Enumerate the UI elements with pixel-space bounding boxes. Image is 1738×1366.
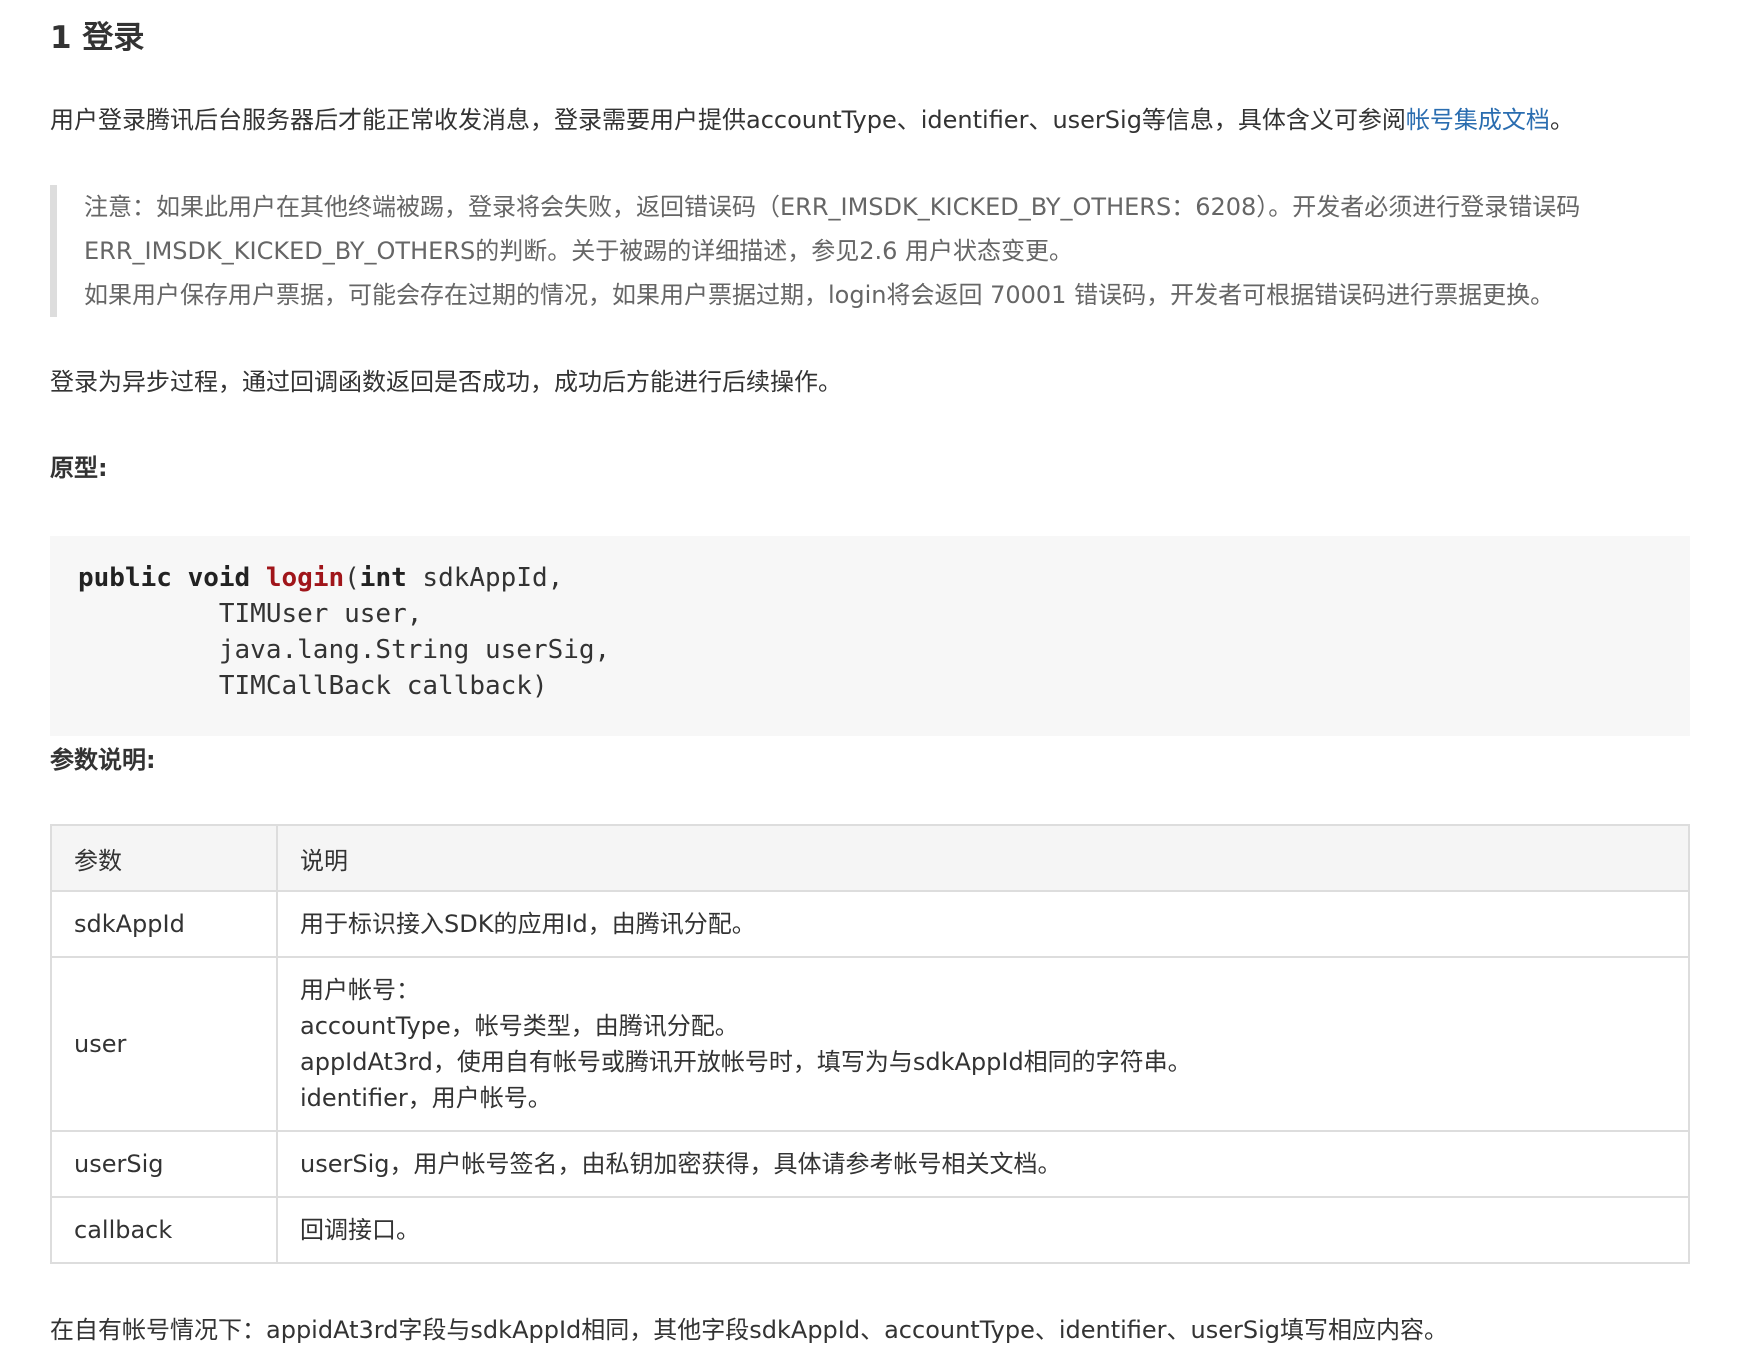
code-keyword: void	[187, 563, 251, 593]
param-desc-line: userSig，用户帐号签名，由私钥加密获得，具体请参考帐号相关文档。	[300, 1150, 1062, 1178]
param-desc: 用户帐号： accountType，帐号类型，由腾讯分配。 appIdAt3rd…	[276, 956, 1690, 1132]
param-desc-line: appIdAt3rd，使用自有帐号或腾讯开放帐号时，填写为与sdkAppId相同…	[300, 1048, 1192, 1076]
param-desc-line: 用于标识接入SDK的应用Id，由腾讯分配。	[300, 910, 756, 938]
note-line: ERR_IMSDK_KICKED_BY_OTHERS的判断。关于被踢的详细描述，…	[84, 237, 1073, 265]
table-row: userSig userSig，用户帐号签名，由私钥加密获得，具体请参考帐号相关…	[50, 1130, 1690, 1198]
code-line: java.lang.String userSig,	[78, 635, 611, 665]
table-header-row: 参数 说明	[50, 824, 1690, 892]
code-keyword: public	[78, 563, 172, 593]
code-line: TIMCallBack callback)	[78, 671, 548, 701]
params-label: 参数说明:	[50, 746, 156, 774]
table-row: sdkAppId 用于标识接入SDK的应用Id，由腾讯分配。	[50, 890, 1690, 958]
param-name: userSig	[50, 1130, 278, 1198]
prototype-label: 原型:	[50, 454, 108, 482]
note-line: 如果用户保存用户票据，可能会存在过期的情况，如果用户票据过期，login将会返回…	[84, 281, 1555, 309]
code-paren: (	[344, 563, 360, 593]
param-name: sdkAppId	[50, 890, 278, 958]
note-line: 注意：如果此用户在其他终端被踢，登录将会失败，返回错误码（ERR_IMSDK_K…	[84, 193, 1581, 221]
param-name: user	[50, 956, 278, 1132]
param-desc-line: 回调接口。	[300, 1216, 420, 1244]
param-desc-line: identifier，用户帐号。	[300, 1084, 552, 1112]
table-row: callback 回调接口。	[50, 1196, 1690, 1264]
table-header-param: 参数	[50, 824, 278, 892]
async-description: 登录为异步过程，通过回调函数返回是否成功，成功后方能进行后续操作。	[50, 368, 842, 396]
param-desc-line: 用户帐号：	[300, 976, 420, 1004]
params-table: 参数 说明 sdkAppId 用于标识接入SDK的应用Id，由腾讯分配。 use…	[50, 824, 1690, 1264]
table-header-desc: 说明	[276, 824, 1690, 892]
section-title: 1 登录	[50, 20, 145, 56]
code-block[interactable]: public void login(int sdkAppId, TIMUser …	[50, 536, 1690, 736]
code-keyword: int	[359, 563, 407, 593]
intro-text: 用户登录腾讯后台服务器后才能正常收发消息，登录需要用户提供accountType…	[50, 106, 1406, 134]
param-desc: 回调接口。	[276, 1196, 1690, 1264]
code-line: TIMUser user,	[78, 599, 423, 629]
param-desc-line: accountType，帐号类型，由腾讯分配。	[300, 1012, 739, 1040]
intro-end: 。	[1549, 106, 1574, 134]
param-desc: userSig，用户帐号签名，由私钥加密获得，具体请参考帐号相关文档。	[276, 1130, 1690, 1198]
note-blockquote: 注意：如果此用户在其他终端被踢，登录将会失败，返回错误码（ERR_IMSDK_K…	[50, 185, 1650, 317]
intro-paragraph: 用户登录腾讯后台服务器后才能正常收发消息，登录需要用户提供accountType…	[50, 100, 1574, 140]
footer-paragraph: 在自有帐号情况下：appidAt3rd字段与sdkAppId相同，其他字段sdk…	[50, 1316, 1449, 1344]
code-text: sdkAppId,	[406, 563, 564, 593]
code-function-name: login	[265, 563, 345, 593]
table-row: user 用户帐号： accountType，帐号类型，由腾讯分配。 appId…	[50, 956, 1690, 1132]
param-name: callback	[50, 1196, 278, 1264]
account-integration-doc-link[interactable]: 帐号集成文档	[1406, 106, 1550, 134]
param-desc: 用于标识接入SDK的应用Id，由腾讯分配。	[276, 890, 1690, 958]
